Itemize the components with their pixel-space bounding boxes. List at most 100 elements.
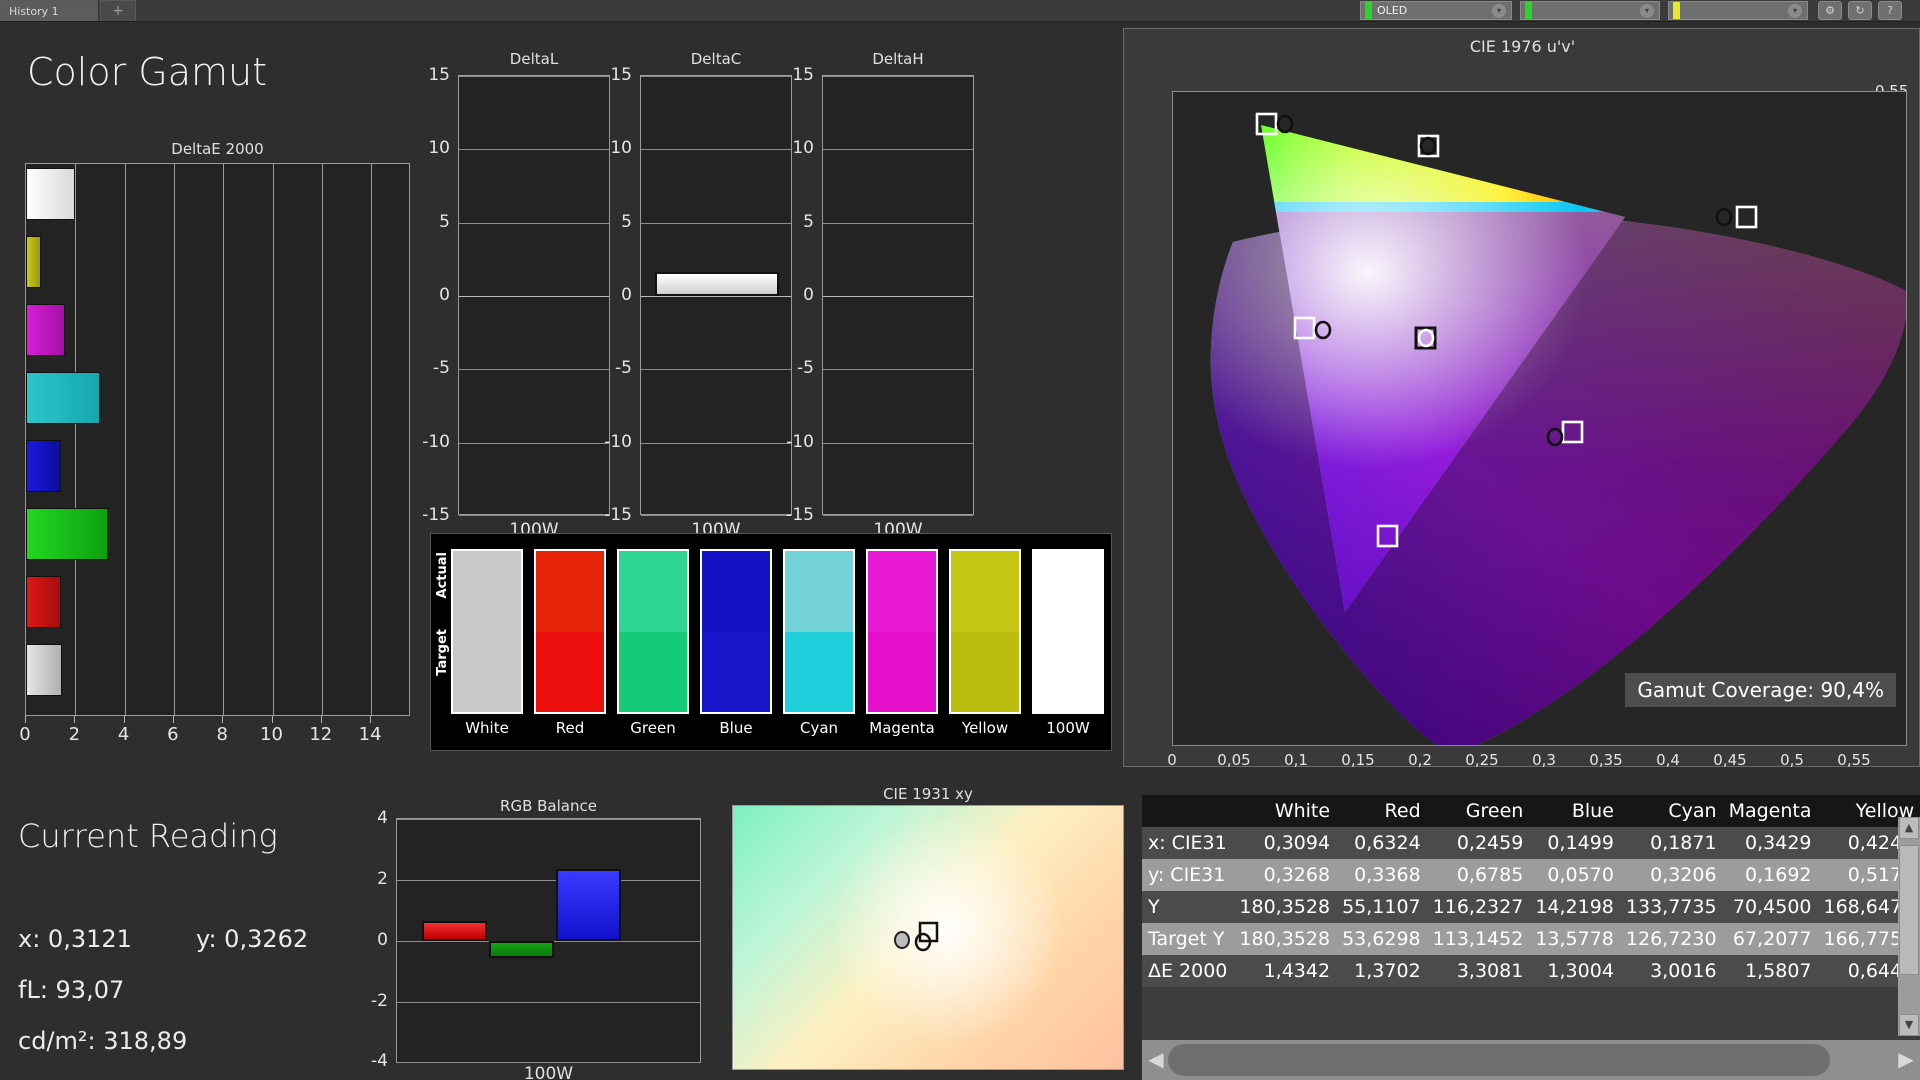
rgb-ytick-4: 4 xyxy=(377,808,388,828)
deltae-xtick-14: 14 xyxy=(358,724,382,745)
chevron-down-icon[interactable]: ▾ xyxy=(1788,3,1802,18)
combo-display-preset[interactable]: OLED ▾ xyxy=(1360,1,1512,20)
row-label: y: CIE31 xyxy=(1148,864,1226,886)
deltae-xtick-0: 0 xyxy=(19,724,31,745)
table-header-row: White Red Green Blue Cyan Magenta Yellow… xyxy=(1142,795,1920,827)
deltae-bar-magenta xyxy=(26,304,65,356)
tab-history-1-label: History 1 xyxy=(9,4,59,18)
table-row[interactable]: Y 180,3528 55,1107 116,2327 14,2198 133,… xyxy=(1142,891,1920,923)
deltah-ytick-m10: -10 xyxy=(786,432,814,452)
table-col-cyan: Cyan xyxy=(1619,795,1723,827)
scroll-left-icon[interactable]: ◀ xyxy=(1144,1044,1168,1076)
deltac-ytick-15: 15 xyxy=(610,65,632,85)
marker-red-actual xyxy=(1715,207,1733,227)
deltae-bar-red xyxy=(26,576,62,628)
deltae-xtick-8: 8 xyxy=(216,724,228,745)
table-row[interactable]: Target Y 180,3528 53,6298 113,1452 13,57… xyxy=(1142,923,1920,955)
swatch-cyan xyxy=(783,549,855,714)
swatch-magenta xyxy=(866,549,938,714)
cie-1976-diagram[interactable]: Gamut Coverage: 90,4% xyxy=(1172,91,1907,746)
current-reading-x: x: 0,3121 xyxy=(18,925,132,953)
cie-1976-locus xyxy=(1210,112,1906,745)
table-vertical-scrollbar[interactable]: ▲ ▼ xyxy=(1898,817,1920,1036)
combo-display-preset-label: OLED xyxy=(1377,4,1408,17)
deltac-ytick-5: 5 xyxy=(621,212,632,232)
cell: 0,0570 xyxy=(1547,864,1614,886)
hscroll-thumb[interactable] xyxy=(1168,1044,1830,1076)
row-label: x: CIE31 xyxy=(1148,832,1227,854)
combo-meter[interactable]: ▾ xyxy=(1668,1,1808,20)
deltac-bar-100w xyxy=(655,272,779,296)
tab-add[interactable]: + xyxy=(100,0,136,21)
swatch-label-yellow: Yellow xyxy=(961,719,1009,737)
deltae-xtick-2: 2 xyxy=(68,724,81,745)
deltal-ytick-m5: -5 xyxy=(433,358,450,378)
swatch-green xyxy=(617,549,689,714)
deltah-ytick-0: 0 xyxy=(803,285,814,305)
scroll-down-icon[interactable]: ▼ xyxy=(1899,1014,1919,1036)
table-row[interactable]: ΔE 2000 1,4342 1,3702 3,3081 1,3004 3,00… xyxy=(1142,955,1920,987)
deltal-chart-title: DeltaL xyxy=(509,50,559,68)
tab-add-label: + xyxy=(112,3,124,19)
deltah-ytick-m15: -15 xyxy=(786,505,814,525)
deltah-ytick-5: 5 xyxy=(803,212,814,232)
cie-1976-title: CIE 1976 u'v' xyxy=(1469,37,1576,56)
deltae-bar-cyan xyxy=(26,372,100,424)
deltae-xtick-10: 10 xyxy=(260,724,283,745)
help-icon[interactable]: ? xyxy=(1878,1,1902,20)
deltal-ytick-10: 10 xyxy=(428,138,450,158)
chevron-down-icon[interactable]: ▾ xyxy=(1492,3,1506,18)
rgb-balance-xlabel: 100W xyxy=(523,1064,574,1080)
swatch-label-red: Red xyxy=(555,719,585,737)
rgb-ytick-2: 2 xyxy=(377,869,388,889)
deltal-ytick-15: 15 xyxy=(428,65,450,85)
settings-icon[interactable]: ⚙ xyxy=(1818,1,1842,20)
cie76-xtick-0_25: 0,25 xyxy=(1465,751,1499,769)
cell: 0,3268 xyxy=(1263,864,1331,886)
cell: 70,4500 xyxy=(1732,896,1812,918)
tab-history-1[interactable]: History 1 xyxy=(0,0,98,21)
cie-1931-diagram[interactable] xyxy=(732,805,1124,1070)
marker-green-actual xyxy=(1276,114,1294,134)
deltac-ytick-10: 10 xyxy=(610,138,632,158)
table-horizontal-scrollbar[interactable]: ◀ ▶ xyxy=(1142,1040,1920,1080)
rgb-balance-title: RGB Balance xyxy=(500,797,597,815)
measurement-table[interactable]: White Red Green Blue Cyan Magenta Yellow… xyxy=(1142,795,1920,1080)
deltac-chart xyxy=(640,75,792,516)
table-row[interactable]: y: CIE31 0,3268 0,3368 0,6785 0,0570 0,3… xyxy=(1142,859,1920,891)
current-reading-y: y: 0,3262 xyxy=(196,925,309,953)
cie76-xtick-0_15: 0,15 xyxy=(1341,751,1375,769)
color-gamut-screen: History 1 + OLED ▾ ▾ ▾ ⚙ ↻ ? Color Gamut… xyxy=(0,0,1920,1080)
chevron-down-icon[interactable]: ▾ xyxy=(1640,3,1654,18)
cie76-xtick-0_2: 0,2 xyxy=(1408,751,1432,769)
deltac-ytick-m15: -15 xyxy=(604,505,632,525)
table-col-green: Green xyxy=(1426,795,1530,827)
deltae-x-axis: 0 2 4 6 8 10 12 14 xyxy=(19,716,410,750)
swatch-blue xyxy=(700,549,772,714)
deltac-ytick-0: 0 xyxy=(621,285,632,305)
cell: 14,2198 xyxy=(1535,896,1614,918)
deltal-ytick-0: 0 xyxy=(439,285,450,305)
cie76-xtick-0_1: 0,1 xyxy=(1284,751,1308,769)
marker-yellow-actual xyxy=(1419,136,1437,156)
refresh-icon[interactable]: ↻ xyxy=(1848,1,1872,20)
deltae-xtick-6: 6 xyxy=(167,724,179,745)
combo-pattern-source[interactable]: ▾ xyxy=(1520,1,1660,20)
cie76-xtick-0_35: 0,35 xyxy=(1589,751,1623,769)
cell: 0,3429 xyxy=(1745,832,1812,854)
cell: 0,6785 xyxy=(1456,864,1524,886)
swatch-100w xyxy=(1032,549,1104,714)
scroll-up-icon[interactable]: ▲ xyxy=(1899,817,1919,839)
cell: 0,1499 xyxy=(1547,832,1614,854)
deltae-bar-blue xyxy=(26,440,62,492)
deltah-ytick-m5: -5 xyxy=(797,358,814,378)
gamut-coverage-badge: Gamut Coverage: 90,4% xyxy=(1625,673,1896,707)
vscroll-thumb[interactable] xyxy=(1899,845,1919,975)
table-row[interactable]: x: CIE31 0,3094 0,6324 0,2459 0,1499 0,1… xyxy=(1142,827,1920,859)
deltae-bar-white xyxy=(26,168,76,220)
cie76-xtick-0: 0 xyxy=(1167,751,1177,769)
current-reading-heading: Current Reading xyxy=(18,817,278,855)
gamut-coverage-value: 90,4% xyxy=(1820,678,1884,702)
scroll-right-icon[interactable]: ▶ xyxy=(1894,1044,1918,1076)
swatch-white xyxy=(451,549,523,714)
